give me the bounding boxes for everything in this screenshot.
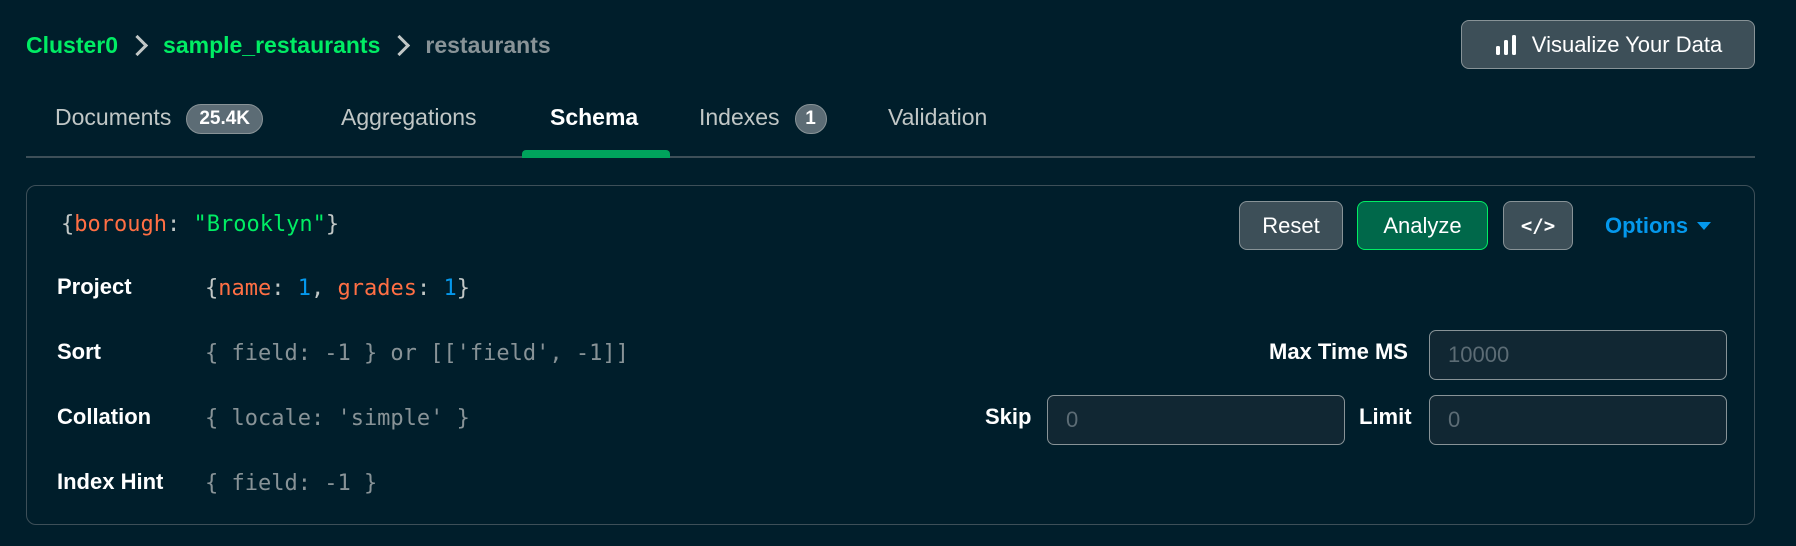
query-bar: {borough: "Brooklyn"} Reset Analyze </> … (26, 185, 1755, 525)
bar-chart-icon (1495, 34, 1516, 55)
project-value-name: 1 (297, 276, 311, 301)
tab-label: Documents (55, 104, 172, 130)
filter-key: borough (74, 212, 167, 237)
project-colon: : (416, 276, 444, 301)
project-colon: : (271, 276, 298, 301)
visualize-your-data-button[interactable]: Visualize Your Data (1461, 20, 1755, 69)
filter-close-brace: } (325, 212, 340, 237)
limit-input[interactable] (1429, 395, 1727, 445)
active-tab-indicator (522, 150, 670, 158)
options-toggle[interactable]: Options (1605, 201, 1712, 250)
limit-label: Limit (1359, 404, 1412, 429)
project-label: Project (57, 274, 132, 299)
filter-colon: : (166, 212, 194, 237)
tab-aggregations[interactable]: Aggregations (341, 96, 477, 156)
sort-editor[interactable]: { field: -1 } or [['field', -1]] (205, 341, 629, 366)
filter-open-brace: { (61, 212, 75, 237)
tab-label: Validation (888, 104, 988, 130)
breadcrumb: Cluster0 sample_restaurants restaurants (26, 28, 551, 62)
breadcrumb-cluster[interactable]: Cluster0 (26, 32, 118, 59)
project-open-brace: { (205, 276, 219, 301)
tab-label: Schema (550, 104, 639, 130)
chevron-right-icon (389, 34, 411, 56)
collation-editor[interactable]: { locale: 'simple' } (205, 406, 470, 431)
project-editor[interactable]: {name: 1, grades: 1} (205, 276, 470, 301)
tab-validation[interactable]: Validation (888, 96, 987, 156)
max-time-ms-input[interactable] (1429, 330, 1727, 380)
tab-label: Aggregations (341, 104, 477, 130)
collection-tabs: Documents 25.4K Aggregations Schema Inde… (26, 96, 1755, 158)
project-separator: , (310, 276, 338, 301)
tab-indexes[interactable]: Indexes 1 (699, 96, 827, 156)
indexes-count-badge: 1 (794, 104, 827, 134)
project-key-name: name (218, 276, 272, 301)
sort-label: Sort (57, 339, 101, 364)
index-hint-label: Index Hint (57, 469, 164, 494)
documents-count-badge: 25.4K (186, 104, 264, 134)
collation-label: Collation (57, 404, 152, 429)
code-icon: </> (1520, 214, 1556, 237)
project-close-brace: } (456, 276, 470, 301)
index-hint-editor[interactable]: { field: -1 } (205, 471, 377, 496)
caret-down-icon (1697, 221, 1712, 230)
visualize-button-label: Visualize Your Data (1531, 31, 1723, 57)
max-time-ms-label: Max Time MS (1269, 339, 1408, 364)
filter-editor[interactable]: {borough: "Brooklyn"} (61, 212, 339, 237)
reset-button[interactable]: Reset (1239, 201, 1343, 250)
tab-documents[interactable]: Documents 25.4K (55, 96, 264, 156)
tab-schema[interactable]: Schema (550, 96, 638, 156)
breadcrumb-collection: restaurants (425, 31, 551, 58)
breadcrumb-database[interactable]: sample_restaurants (163, 32, 380, 59)
options-label: Options (1605, 212, 1689, 238)
project-value-grades: 1 (443, 276, 457, 301)
filter-value: "Brooklyn" (193, 212, 326, 237)
collection-page: Cluster0 sample_restaurants restaurants … (0, 0, 1796, 546)
chevron-right-icon (126, 34, 149, 56)
analyze-button[interactable]: Analyze (1357, 201, 1488, 250)
skip-label: Skip (985, 404, 1032, 429)
project-key-grades: grades (337, 276, 417, 301)
export-to-code-button[interactable]: </> (1503, 201, 1573, 250)
skip-input[interactable] (1047, 395, 1345, 445)
tab-label: Indexes (699, 104, 780, 130)
